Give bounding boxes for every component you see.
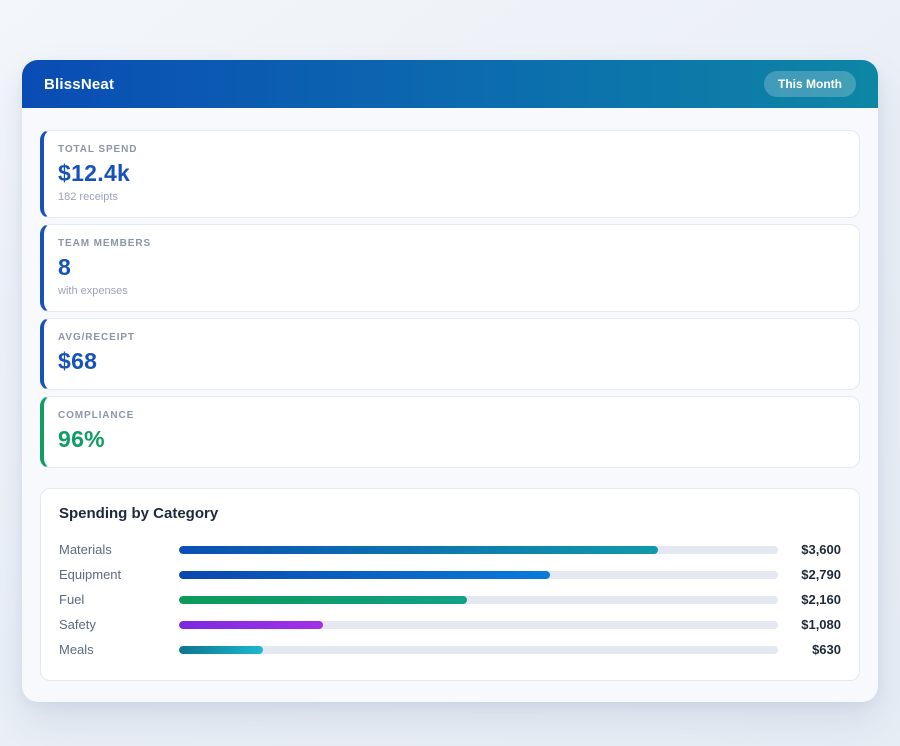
chart-row-label: Equipment [59, 567, 122, 582]
dashboard-content: TOTAL SPEND $12.4k 182 receipts TEAM MEM… [22, 108, 878, 702]
chart-row-track [179, 645, 778, 654]
chart-row-label: Meals [59, 642, 94, 657]
chart-row-value: $3,600 [801, 542, 841, 557]
stat-label: TOTAL SPEND [58, 144, 138, 155]
chart-rows: Materials $3,600 Equipment $2,790 Fuel $… [59, 537, 841, 662]
app-header: BlissNeat This Month [22, 60, 878, 108]
chart-row-bar [179, 620, 323, 629]
spending-chart-card: Spending by Category Materials $3,600 Eq… [40, 488, 860, 681]
chart-row-label: Materials [59, 542, 112, 557]
chart-row-label: Safety [59, 617, 96, 632]
chart-row: Equipment $2,790 [59, 562, 841, 587]
stat-card: COMPLIANCE 96% [40, 396, 860, 468]
chart-row-bar [179, 645, 263, 654]
chart-row-track [179, 570, 778, 579]
chart-row: Fuel $2,160 [59, 587, 841, 612]
chart-row-track [179, 620, 778, 629]
stat-label: TEAM MEMBERS [58, 238, 152, 249]
stats-list: TOTAL SPEND $12.4k 182 receipts TEAM MEM… [40, 130, 860, 468]
stat-card: AVG/RECEIPT $68 [40, 318, 860, 390]
stat-card: TOTAL SPEND $12.4k 182 receipts [40, 130, 860, 218]
stat-subtext: 182 receipts [58, 191, 118, 203]
chart-row-value: $2,790 [801, 567, 841, 582]
chart-row-value: $630 [812, 642, 841, 657]
chart-row-bar [179, 570, 551, 579]
chart-row: Safety $1,080 [59, 612, 841, 637]
stat-value: $68 [58, 348, 98, 374]
chart-row: Materials $3,600 [59, 537, 841, 562]
stat-value: 96% [58, 426, 105, 452]
stat-subtext: with expenses [58, 285, 128, 297]
chart-row-bar [179, 595, 467, 604]
chart-row: Meals $630 [59, 637, 841, 662]
stat-value: $12.4k [58, 160, 131, 186]
app-title: BlissNeat [44, 75, 115, 93]
chart-row-value: $2,160 [801, 592, 841, 607]
chart-row-value: $1,080 [801, 617, 841, 632]
stat-label: COMPLIANCE [58, 410, 135, 421]
period-badge[interactable]: This Month [764, 71, 856, 97]
stat-card: TEAM MEMBERS 8 with expenses [40, 224, 860, 312]
chart-row-track [179, 545, 778, 554]
chart-row-label: Fuel [59, 592, 85, 607]
chart-row-bar [179, 545, 659, 554]
chart-row-track [179, 595, 778, 604]
chart-title: Spending by Category [59, 505, 219, 522]
stat-value: 8 [58, 254, 72, 280]
dashboard-card: BlissNeat This Month TOTAL SPEND $12.4k … [22, 60, 878, 702]
stat-label: AVG/RECEIPT [58, 332, 135, 343]
